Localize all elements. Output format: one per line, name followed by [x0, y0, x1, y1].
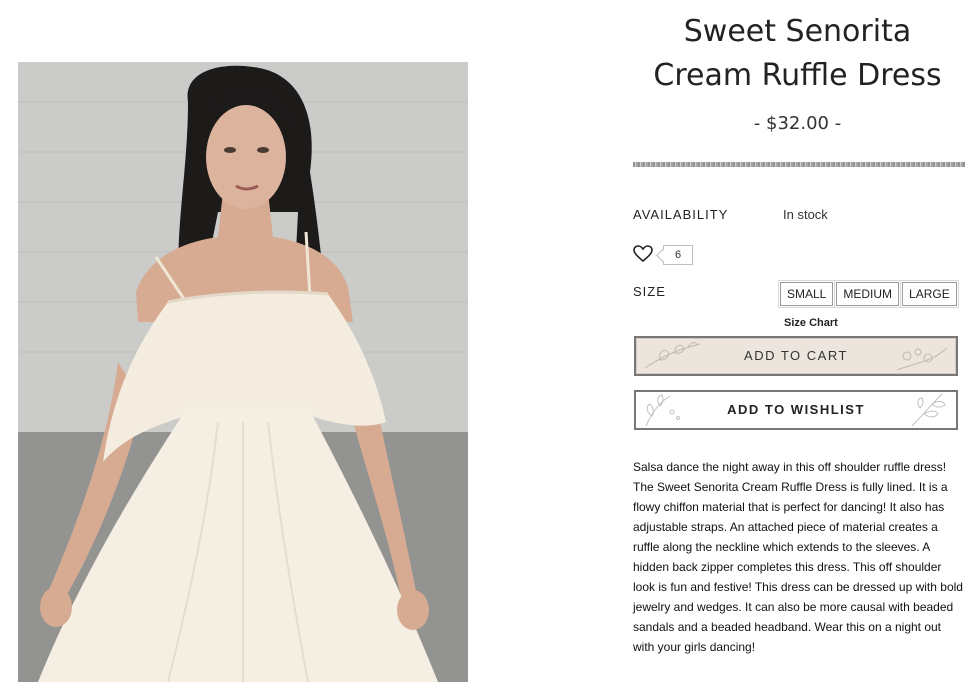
size-options: SMALL MEDIUM LARGE: [777, 280, 959, 308]
size-label: SIZE: [633, 284, 666, 299]
size-option-medium[interactable]: MEDIUM: [834, 280, 902, 308]
leaf-doodle-icon: [911, 393, 946, 427]
product-title: Sweet Senorita Cream Ruffle Dress: [615, 10, 980, 98]
product-title-line-2: Cream Ruffle Dress: [653, 58, 942, 93]
heart-icon[interactable]: [633, 245, 653, 263]
product-description: Salsa dance the night away in this off s…: [633, 460, 963, 654]
model-in-dress-illustration: [18, 62, 468, 682]
leaf-doodle-icon: [645, 394, 680, 427]
add-to-wishlist-button[interactable]: ADD TO WISHLIST: [634, 390, 958, 430]
product-page: Sweet Senorita Cream Ruffle Dress - $32.…: [0, 0, 980, 682]
size-option-small[interactable]: SMALL: [777, 280, 836, 308]
size-chart-link[interactable]: Size Chart: [784, 317, 838, 329]
add-to-wishlist-label: ADD TO WISHLIST: [727, 402, 865, 417]
size-option-large[interactable]: LARGE: [900, 280, 959, 308]
add-to-cart-label: ADD TO CART: [744, 348, 848, 363]
product-price: - $32.00 -: [753, 113, 842, 134]
floral-doodle-icon: [896, 347, 948, 371]
availability-label: AVAILABILITY: [633, 207, 729, 222]
availability-value: In stock: [783, 207, 828, 222]
section-divider: [633, 162, 965, 167]
like-count-badge: 6: [663, 245, 693, 265]
product-title-line-1: Sweet Senorita: [683, 14, 912, 49]
add-to-cart-button[interactable]: ADD TO CART: [634, 336, 958, 376]
floral-doodle-icon: [644, 342, 701, 369]
product-image[interactable]: [18, 62, 468, 682]
